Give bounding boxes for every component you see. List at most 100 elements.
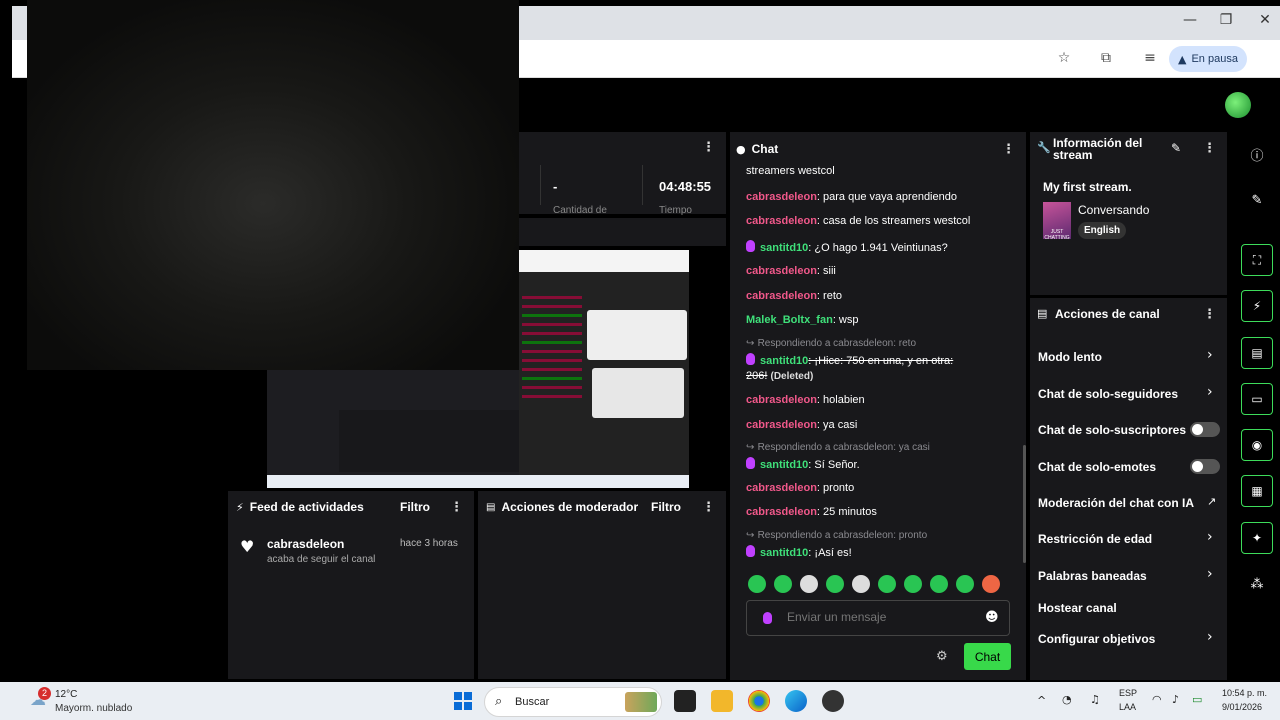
action-banned-words[interactable]: Palabras baneadas xyxy=(1038,569,1147,583)
lightning-icon[interactable]: ⚡ xyxy=(1241,290,1273,322)
share-icon[interactable]: ⁂ xyxy=(1241,568,1273,600)
chat-username[interactable]: cabrasdeleon xyxy=(746,215,817,227)
chat-send-button[interactable]: Chat xyxy=(964,643,1011,670)
bolt-icon: ⚡ xyxy=(236,500,244,514)
weather-description[interactable]: Mayorm. nublado xyxy=(55,703,132,714)
action-ai-moderation[interactable]: Moderación del chat con IA xyxy=(1038,496,1194,510)
edge-icon[interactable] xyxy=(785,690,807,712)
chat-message-deleted: santitd10: ¡Hice: 750 en una, y en otra: xyxy=(746,353,953,367)
mod-filter-button[interactable]: Filtro xyxy=(651,500,681,514)
language-tag[interactable]: English xyxy=(1078,222,1127,239)
chat-settings-gear-icon[interactable]: ⚙ xyxy=(936,649,948,664)
maximize-button[interactable]: ❐ xyxy=(1216,12,1236,28)
tray-expand-icon[interactable]: ^ xyxy=(1037,694,1046,707)
emote-icon[interactable] xyxy=(774,575,792,593)
emote-icon[interactable] xyxy=(982,575,1000,593)
chat-message: santitd10: Sí Señor. xyxy=(746,457,860,471)
chat-username[interactable]: cabrasdeleon xyxy=(746,394,817,406)
profile-pause-button[interactable]: ▲ En pausa xyxy=(1169,46,1247,72)
action-followers-only[interactable]: Chat de solo-seguidores xyxy=(1038,387,1178,401)
close-button[interactable]: ✕ xyxy=(1255,12,1275,28)
capture-icon[interactable]: ⛶ xyxy=(1241,244,1273,276)
minimize-button[interactable]: — xyxy=(1180,12,1200,28)
stats-more-icon[interactable]: ⋮ xyxy=(702,140,715,155)
broadcast-icon[interactable]: ◉ xyxy=(1241,429,1273,461)
clock-date[interactable]: 9/01/2026 xyxy=(1222,702,1262,712)
feed-username[interactable]: cabrasdeleon xyxy=(267,537,344,551)
info-more-icon[interactable]: ⋮ xyxy=(1203,141,1216,156)
user-avatar[interactable] xyxy=(1225,92,1251,118)
media-controls-icon[interactable]: ≡ xyxy=(1139,50,1161,68)
actions-more-icon[interactable]: ⋮ xyxy=(1203,307,1216,322)
chat-username[interactable]: cabrasdeleon xyxy=(746,506,817,518)
action-host-channel[interactable]: Hostear canal xyxy=(1038,601,1117,615)
chevron-right-icon[interactable]: › xyxy=(1207,347,1213,363)
chat-message-input[interactable] xyxy=(787,610,977,624)
action-slow-mode[interactable]: Modo lento xyxy=(1038,350,1102,364)
tray-app-icon[interactable]: ◔ xyxy=(1062,693,1072,706)
chat-username[interactable]: santitd10 xyxy=(760,355,808,367)
clock-time[interactable]: 10:54 p. m. xyxy=(1222,688,1267,698)
chart-icon[interactable]: ↗ xyxy=(1207,495,1216,508)
edit-pencil-icon[interactable]: ✎ xyxy=(1171,141,1181,155)
chevron-right-icon[interactable]: › xyxy=(1207,566,1213,582)
input-language-2[interactable]: LAA xyxy=(1119,702,1136,712)
volume-icon[interactable]: ♪ xyxy=(1172,693,1179,706)
action-age-restriction[interactable]: Restricción de edad xyxy=(1038,532,1152,546)
emote-icon[interactable] xyxy=(904,575,922,593)
chat-username[interactable]: santitd10 xyxy=(760,547,808,559)
chrome-icon[interactable] xyxy=(748,690,770,712)
chevron-right-icon[interactable]: › xyxy=(1207,384,1213,400)
activity-filter-button[interactable]: Filtro xyxy=(400,500,430,514)
stream-category[interactable]: Conversando xyxy=(1078,203,1149,217)
chevron-right-icon[interactable]: › xyxy=(1207,629,1213,645)
chat-message: santitd10: ¡Así es! xyxy=(746,545,852,559)
mod-more-icon[interactable]: ⋮ xyxy=(702,500,715,515)
emotes-only-toggle[interactable] xyxy=(1190,459,1220,474)
start-windows-icon[interactable] xyxy=(454,692,472,710)
emote-icon[interactable] xyxy=(930,575,948,593)
emoji-icon[interactable]: ☻ xyxy=(985,610,999,625)
action-set-goals[interactable]: Configurar objetivos xyxy=(1038,632,1155,646)
emote-icon[interactable] xyxy=(800,575,818,593)
edit-icon[interactable]: ✎ xyxy=(1241,184,1273,216)
wifi-icon[interactable]: ◠ xyxy=(1152,693,1162,706)
wrench-icon[interactable]: ✦ xyxy=(1241,522,1273,554)
chat-username[interactable]: cabrasdeleon xyxy=(746,191,817,203)
webcam-overlay xyxy=(27,0,519,370)
battery-icon[interactable]: ▭ xyxy=(1192,693,1202,706)
chat-username[interactable]: santitd10 xyxy=(760,242,808,254)
chat-username[interactable]: Malek_Boltx_fan xyxy=(746,314,833,326)
subscribers-only-toggle[interactable] xyxy=(1190,422,1220,437)
chat-username[interactable]: cabrasdeleon xyxy=(746,265,817,277)
emote-icon[interactable] xyxy=(826,575,844,593)
chevron-right-icon[interactable]: › xyxy=(1207,529,1213,545)
info-icon[interactable]: ⓘ xyxy=(1241,138,1273,170)
chat-icon[interactable]: ▭ xyxy=(1241,383,1273,415)
preview-popup xyxy=(587,310,687,360)
emote-icon[interactable] xyxy=(956,575,974,593)
weather-temp[interactable]: 12°C xyxy=(55,689,77,700)
emote-icon[interactable] xyxy=(878,575,896,593)
emote-icon[interactable] xyxy=(852,575,870,593)
task-view-icon[interactable] xyxy=(674,690,696,712)
chat-scrollbar[interactable] xyxy=(1023,445,1026,563)
chat-username[interactable]: cabrasdeleon xyxy=(746,482,817,494)
activity-more-icon[interactable]: ⋮ xyxy=(450,500,463,515)
bookmark-star-icon[interactable]: ☆ xyxy=(1053,50,1075,68)
input-language-1[interactable]: ESP xyxy=(1119,688,1137,698)
file-explorer-icon[interactable] xyxy=(711,690,733,712)
microphone-icon[interactable]: ♫ xyxy=(1090,693,1100,706)
taskbar-search[interactable]: ⌕ Buscar xyxy=(484,687,662,717)
chat-username[interactable]: cabrasdeleon xyxy=(746,419,817,431)
layout-icon[interactable]: ▦ xyxy=(1241,475,1273,507)
chat-username[interactable]: cabrasdeleon xyxy=(746,290,817,302)
chat-username[interactable]: santitd10 xyxy=(760,459,808,471)
document-icon[interactable]: ▤ xyxy=(1241,337,1273,369)
chat-title: Chat xyxy=(751,142,779,156)
emote-icon[interactable] xyxy=(748,575,766,593)
stream-title: My first stream. xyxy=(1043,180,1132,194)
obs-icon[interactable] xyxy=(822,690,844,712)
chat-more-icon[interactable]: ⋮ xyxy=(1002,142,1015,157)
extensions-icon[interactable]: ⧉ xyxy=(1095,50,1117,68)
